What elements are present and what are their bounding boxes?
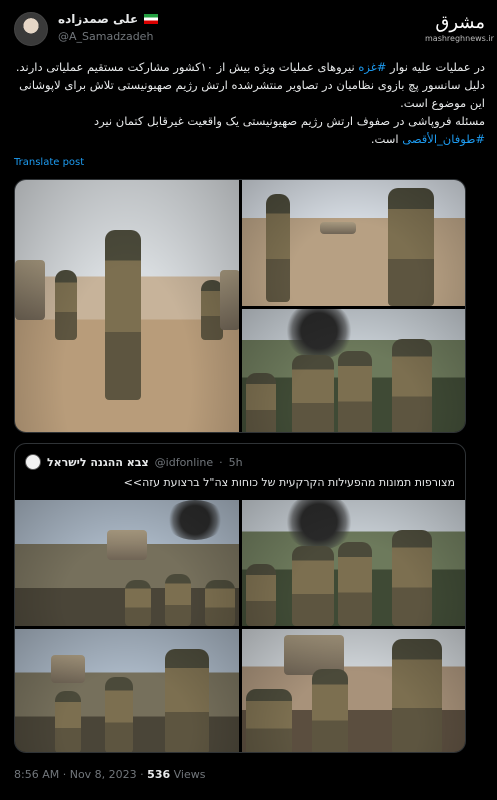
tweet-header: علی صمدزاده @A_Samadzadeh مشرق mashreghn… bbox=[12, 12, 494, 48]
author-name[interactable]: علی صمدزاده bbox=[58, 12, 138, 26]
media-grid bbox=[14, 179, 466, 433]
tweet-line-2: دلیل سانسور پچ بازوی نظامیان در تصاویر م… bbox=[19, 78, 485, 110]
tweet-line-3: مسئله فروپاشی در صفوف ارتش رژیم صهیونیست… bbox=[12, 112, 485, 148]
quoted-photo-soldiers-smoke[interactable] bbox=[242, 500, 465, 626]
tweet-text-segment: نیروهای عملیات ویژه بیش از ۱۰کشور مشارکت… bbox=[15, 60, 359, 74]
tweet-text-segment: است. bbox=[370, 132, 403, 146]
views-label: Views bbox=[173, 768, 206, 781]
quoted-media-grid bbox=[15, 500, 465, 752]
news-logo-sub: mashreghnews.ir bbox=[425, 34, 494, 43]
quoted-photo-infantry-advance[interactable] bbox=[15, 629, 239, 752]
photo-soldiers-tank[interactable] bbox=[242, 180, 465, 306]
tweet-date[interactable]: Nov 8, 2023 bbox=[70, 768, 137, 781]
tweet-meta: 8:56 AM · Nov 8, 2023 · 536 Views bbox=[14, 768, 205, 781]
separator-dot: · bbox=[140, 768, 144, 781]
quoted-avatar[interactable] bbox=[25, 454, 41, 470]
news-logo: مشرق mashreghnews.ir bbox=[425, 12, 494, 48]
news-logo-text: مشرق bbox=[435, 12, 485, 33]
translate-post-link[interactable]: Translate post bbox=[14, 157, 84, 168]
views-count: 536 bbox=[147, 768, 171, 781]
quoted-author-handle[interactable]: @idfonline bbox=[155, 456, 213, 469]
author-avatar[interactable] bbox=[14, 12, 48, 46]
tweet-line-1: در عملیات علیه نوار #غزه نیروهای عملیات … bbox=[12, 58, 485, 76]
hashtag-al-aqsa-flood[interactable]: #طوفان_الأقصى bbox=[402, 132, 485, 146]
tweet-text-segment: در عملیات علیه نوار bbox=[386, 60, 485, 74]
iran-flag-icon bbox=[144, 14, 159, 24]
tweet-time[interactable]: 8:56 AM bbox=[14, 768, 59, 781]
author-handle[interactable]: @A_Samadzadeh bbox=[58, 30, 153, 43]
author-name-row: علی صمدزاده bbox=[58, 12, 159, 26]
tweet-body: در عملیات علیه نوار #غزه نیروهای عملیات … bbox=[12, 58, 485, 148]
separator-dot: · bbox=[62, 768, 67, 781]
quoted-tweet[interactable]: צבא ההגנה לישראל @idfonline · 5h מצורפות… bbox=[14, 443, 466, 753]
quoted-header: צבא ההגנה לישראל @idfonline · 5h bbox=[25, 454, 243, 470]
tweet-text-segment: مسئله فروپاشی در صفوف ارتش رژیم صهیونیست… bbox=[93, 114, 485, 128]
quoted-photo-armor-column[interactable] bbox=[15, 500, 239, 626]
quoted-text: מצורפות תמונות מהפעילות הקרקעית של כוחות… bbox=[123, 476, 455, 489]
quoted-photo-urban-ruins[interactable] bbox=[242, 629, 465, 752]
quoted-age: 5h bbox=[228, 455, 243, 469]
quoted-author-name[interactable]: צבא ההגנה לישראל bbox=[47, 456, 149, 469]
photo-soldiers-desert[interactable] bbox=[15, 180, 239, 432]
photo-soldiers-smoke[interactable] bbox=[242, 309, 465, 432]
separator-dot: · bbox=[219, 455, 223, 469]
hashtag-gaza[interactable]: #غزه bbox=[358, 60, 386, 74]
